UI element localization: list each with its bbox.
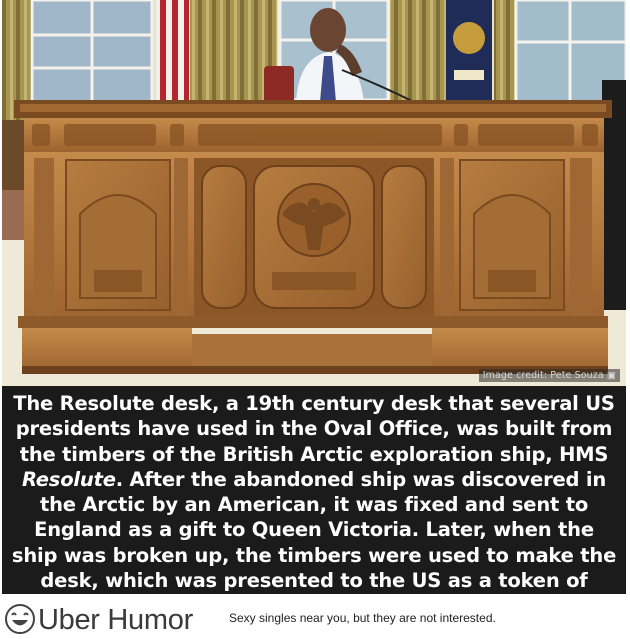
desk-photo: Image credit: Pete Souza ▣ <box>2 0 626 386</box>
caption-text: The Resolute desk, a 19th century desk t… <box>10 391 618 594</box>
brand-name[interactable]: Uber Humor <box>38 604 193 636</box>
image-credit-text: Image credit: Pete Souza <box>482 370 604 381</box>
caption-part-1: The Resolute desk, a 19th century desk t… <box>13 392 615 466</box>
ship-name: Resolute <box>21 467 116 491</box>
meme-card: Image credit: Pete Souza ▣ The Resolute … <box>2 0 626 594</box>
footer-tagline[interactable]: Sexy singles near you, but they are not … <box>229 611 496 625</box>
laughing-face-icon[interactable] <box>4 603 36 635</box>
resolute-desk-illustration <box>2 0 626 386</box>
camera-icon: ▣ <box>606 370 616 381</box>
image-credit: Image credit: Pete Souza ▣ <box>478 369 620 382</box>
